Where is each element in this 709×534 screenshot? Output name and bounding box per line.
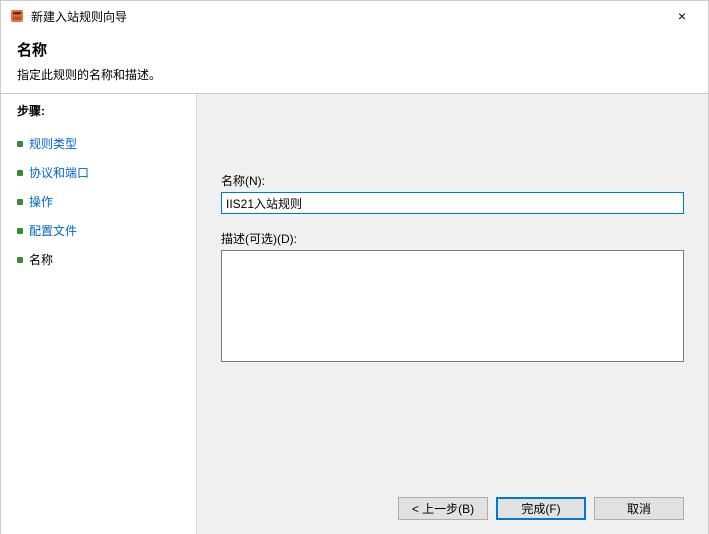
step-name[interactable]: 名称 bbox=[17, 245, 196, 274]
description-input[interactable] bbox=[221, 250, 684, 362]
bullet-icon bbox=[17, 257, 23, 263]
step-label: 名称 bbox=[29, 251, 53, 268]
bullet-icon bbox=[17, 228, 23, 234]
bullet-icon bbox=[17, 199, 23, 205]
back-button[interactable]: < 上一步(B) bbox=[398, 497, 488, 520]
bullet-icon bbox=[17, 141, 23, 147]
button-row: < 上一步(B) 完成(F) 取消 bbox=[398, 497, 684, 520]
window-title: 新建入站规则向导 bbox=[31, 8, 662, 25]
step-label: 规则类型 bbox=[29, 135, 77, 152]
titlebar: 新建入站规则向导 × bbox=[1, 1, 708, 31]
wizard-header: 名称 指定此规则的名称和描述。 bbox=[1, 31, 708, 93]
step-list: 规则类型 协议和端口 操作 配置文件 名称 bbox=[17, 129, 196, 274]
step-action[interactable]: 操作 bbox=[17, 187, 196, 216]
bullet-icon bbox=[17, 170, 23, 176]
close-icon[interactable]: × bbox=[662, 1, 702, 31]
step-rule-type[interactable]: 规则类型 bbox=[17, 129, 196, 158]
step-label: 配置文件 bbox=[29, 222, 77, 239]
steps-heading: 步骤: bbox=[17, 102, 196, 119]
page-title: 名称 bbox=[17, 39, 692, 60]
step-protocol-port[interactable]: 协议和端口 bbox=[17, 158, 196, 187]
page-description: 指定此规则的名称和描述。 bbox=[17, 66, 692, 83]
cancel-button[interactable]: 取消 bbox=[594, 497, 684, 520]
main-panel: 名称(N): 描述(可选)(D): < 上一步(B) 完成(F) 取消 bbox=[196, 94, 708, 534]
content: 步骤: 规则类型 协议和端口 操作 配置文件 名称 bbox=[1, 94, 708, 534]
name-label: 名称(N): bbox=[221, 172, 684, 189]
step-label: 协议和端口 bbox=[29, 164, 89, 181]
form-area: 名称(N): 描述(可选)(D): bbox=[221, 172, 684, 365]
finish-button[interactable]: 完成(F) bbox=[496, 497, 586, 520]
name-input[interactable] bbox=[221, 192, 684, 214]
step-profile[interactable]: 配置文件 bbox=[17, 216, 196, 245]
app-icon bbox=[9, 8, 25, 24]
sidebar: 步骤: 规则类型 协议和端口 操作 配置文件 名称 bbox=[1, 94, 196, 534]
step-label: 操作 bbox=[29, 193, 53, 210]
description-label: 描述(可选)(D): bbox=[221, 230, 684, 247]
